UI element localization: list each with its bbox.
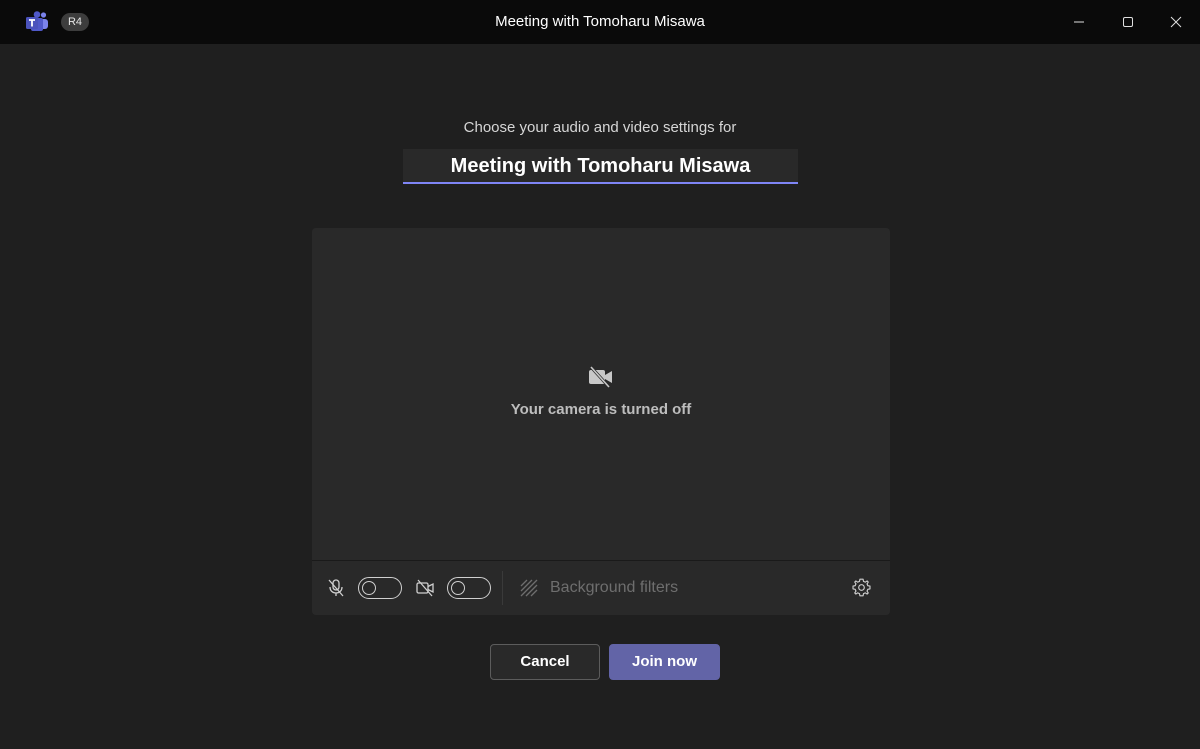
meeting-name-field[interactable]: Meeting with Tomoharu Misawa <box>403 149 798 184</box>
mic-toggle[interactable] <box>358 577 402 599</box>
camera-off-message: Your camera is turned off <box>510 401 692 418</box>
video-preview: Your camera is turned off <box>312 228 890 560</box>
maximize-button[interactable] <box>1104 0 1152 44</box>
preview-panel: Your camera is turned off Background fil… <box>312 228 890 615</box>
video-off-icon[interactable] <box>415 578 435 598</box>
background-filters-icon <box>520 579 538 597</box>
ring-badge: R4 <box>61 13 89 31</box>
cancel-button[interactable]: Cancel <box>490 644 600 680</box>
join-now-button[interactable]: Join now <box>609 644 720 680</box>
maximize-icon <box>1123 17 1133 27</box>
gear-icon[interactable] <box>851 577 872 598</box>
mic-off-icon[interactable] <box>326 578 346 598</box>
controls-divider <box>502 571 503 605</box>
minimize-icon <box>1074 21 1084 23</box>
window-title: Meeting with Tomoharu Misawa <box>495 13 705 30</box>
teams-logo-icon <box>25 11 49 33</box>
title-bar: R4 Meeting with Tomoharu Misawa <box>0 0 1200 44</box>
device-controls-bar: Background filters <box>312 560 890 615</box>
mic-toggle-knob <box>362 581 376 595</box>
video-toggle-knob <box>451 581 465 595</box>
close-button[interactable] <box>1152 0 1200 44</box>
video-off-icon <box>589 366 612 388</box>
video-toggle[interactable] <box>447 577 491 599</box>
background-filters-label[interactable]: Background filters <box>550 579 678 597</box>
close-icon <box>1170 16 1182 28</box>
prejoin-subtitle: Choose your audio and video settings for <box>463 119 737 136</box>
minimize-button[interactable] <box>1055 0 1103 44</box>
